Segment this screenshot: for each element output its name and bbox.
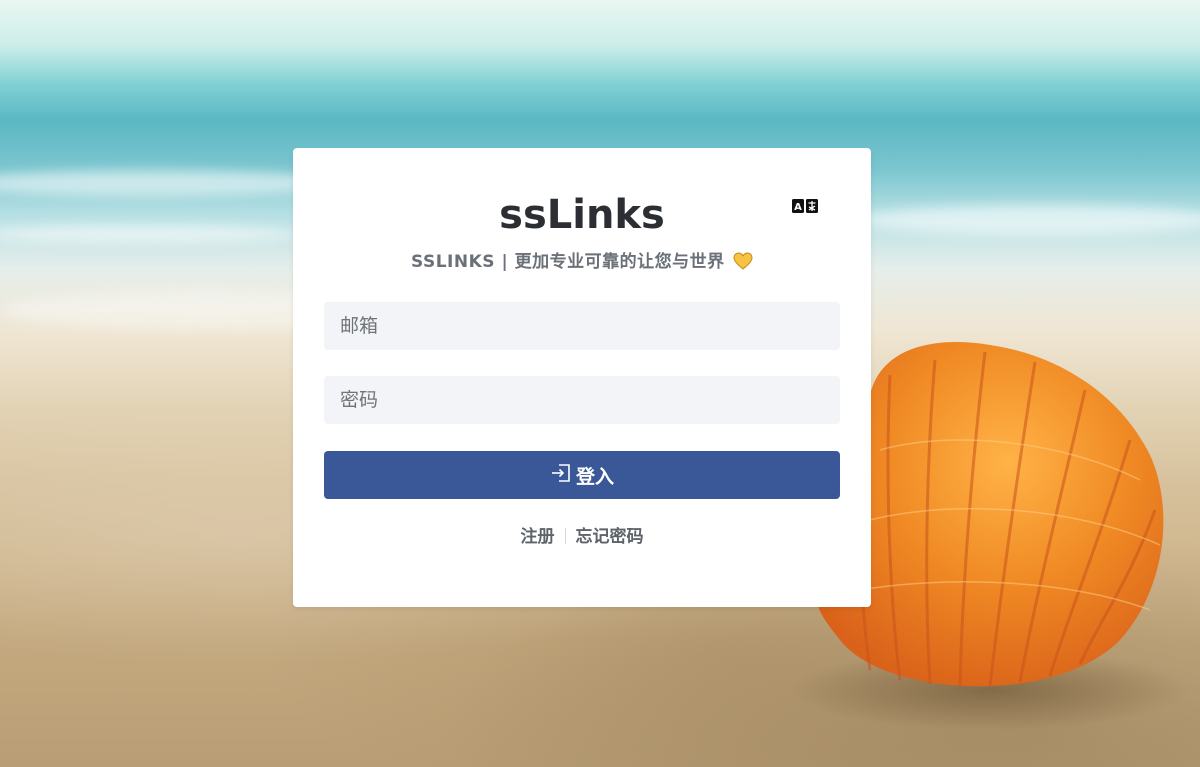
login-button-label: 登入 xyxy=(575,465,614,488)
auth-links: 注册 忘记密码 xyxy=(293,525,871,549)
subtitle-text: SSLINKS | 更加专业可靠的让您与世界 xyxy=(411,252,725,272)
forgot-password-link[interactable]: 忘记密码 xyxy=(576,527,644,547)
register-link[interactable]: 注册 xyxy=(521,527,555,547)
login-button[interactable]: 登入 xyxy=(324,451,840,499)
login-card: A ssLinks SSLINKS | 更加专业可靠的让您与世界 登入 注册忘记… xyxy=(293,148,871,607)
link-divider xyxy=(564,528,566,544)
email-field[interactable] xyxy=(324,302,840,350)
page-title: ssLinks xyxy=(499,192,665,238)
page-subtitle: SSLINKS | 更加专业可靠的让您与世界 xyxy=(293,250,871,277)
yellow-heart-icon xyxy=(733,252,753,277)
sign-in-icon xyxy=(550,462,576,489)
password-field[interactable] xyxy=(324,376,840,424)
